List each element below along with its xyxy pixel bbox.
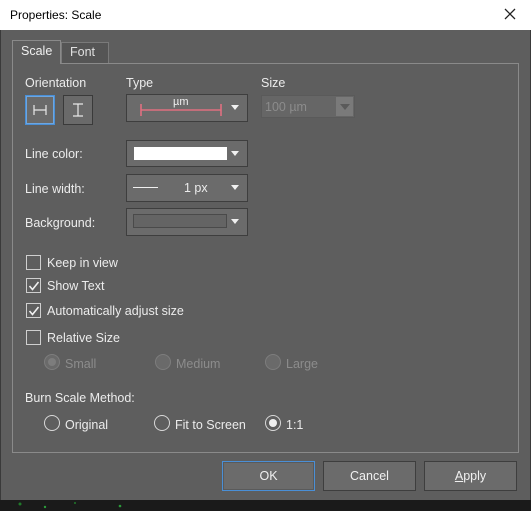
type-unit-text: µm	[173, 96, 189, 108]
chevron-down-icon	[336, 97, 353, 116]
background-label: Background:	[25, 216, 96, 230]
original-label: Original	[65, 418, 109, 432]
line-color-label: Line color:	[25, 147, 83, 161]
line-width-preview	[133, 187, 158, 188]
one-to-one-label: 1:1	[286, 418, 304, 432]
relative-size-label: Relative Size	[47, 331, 120, 345]
close-icon[interactable]	[501, 5, 519, 23]
small-label: Small	[65, 357, 97, 371]
line-color-dropdown[interactable]	[126, 140, 248, 167]
medium-radio[interactable]	[155, 354, 171, 370]
auto-adjust-size-label: Automatically adjust size	[47, 304, 184, 318]
line-width-label: Line width:	[25, 182, 85, 196]
keep-in-view-checkbox[interactable]	[26, 255, 41, 270]
line-width-dropdown[interactable]: 1 px	[126, 174, 248, 202]
type-dropdown[interactable]: µm	[126, 94, 248, 122]
ok-button[interactable]: OK	[222, 461, 315, 491]
window-title: Properties: Scale	[10, 8, 102, 22]
small-radio[interactable]	[44, 354, 60, 370]
vertical-orientation-button[interactable]	[63, 95, 93, 125]
fit-to-screen-radio[interactable]	[154, 415, 170, 431]
apply-mnemonic: A	[454, 469, 464, 483]
cancel-button[interactable]: Cancel	[323, 461, 416, 491]
original-radio[interactable]	[44, 415, 60, 431]
chevron-down-icon	[231, 151, 239, 156]
horizontal-orientation-button[interactable]	[25, 95, 55, 125]
size-label: Size	[261, 76, 286, 90]
large-label: Large	[286, 357, 318, 371]
checkmark-icon	[28, 281, 40, 291]
background-specks	[0, 500, 531, 511]
type-label: Type	[126, 76, 154, 90]
title-bar: Properties: Scale	[0, 0, 531, 30]
line-color-swatch	[134, 147, 227, 160]
horizontal-scale-icon	[33, 105, 47, 115]
large-radio[interactable]	[265, 354, 281, 370]
apply-button[interactable]: Apply	[424, 461, 517, 491]
size-value: 100 µm	[265, 100, 307, 114]
burn-scale-method-label: Burn Scale Method:	[25, 391, 135, 405]
show-text-checkbox[interactable]	[26, 278, 41, 293]
size-dropdown[interactable]: 100 µm	[261, 95, 355, 118]
background-swatch	[133, 214, 227, 228]
one-to-one-radio[interactable]	[265, 415, 281, 431]
tab-font[interactable]: Font	[61, 42, 109, 63]
chevron-down-icon	[231, 185, 239, 190]
fit-to-screen-label: Fit to Screen	[175, 418, 246, 432]
checkmark-icon	[28, 306, 40, 316]
relative-size-checkbox[interactable]	[26, 330, 41, 345]
vertical-scale-icon	[73, 103, 83, 117]
show-text-label: Show Text	[47, 279, 105, 293]
chevron-down-icon	[231, 105, 239, 110]
chevron-down-icon	[231, 219, 239, 224]
orientation-label: Orientation	[25, 76, 87, 90]
line-width-value: 1 px	[184, 181, 208, 195]
auto-adjust-size-checkbox[interactable]	[26, 303, 41, 318]
apply-label-rest: pply	[463, 469, 487, 483]
keep-in-view-label: Keep in view	[47, 256, 118, 270]
medium-label: Medium	[176, 357, 221, 371]
tab-scale[interactable]: Scale	[12, 40, 61, 64]
background-dropdown[interactable]	[126, 208, 248, 236]
